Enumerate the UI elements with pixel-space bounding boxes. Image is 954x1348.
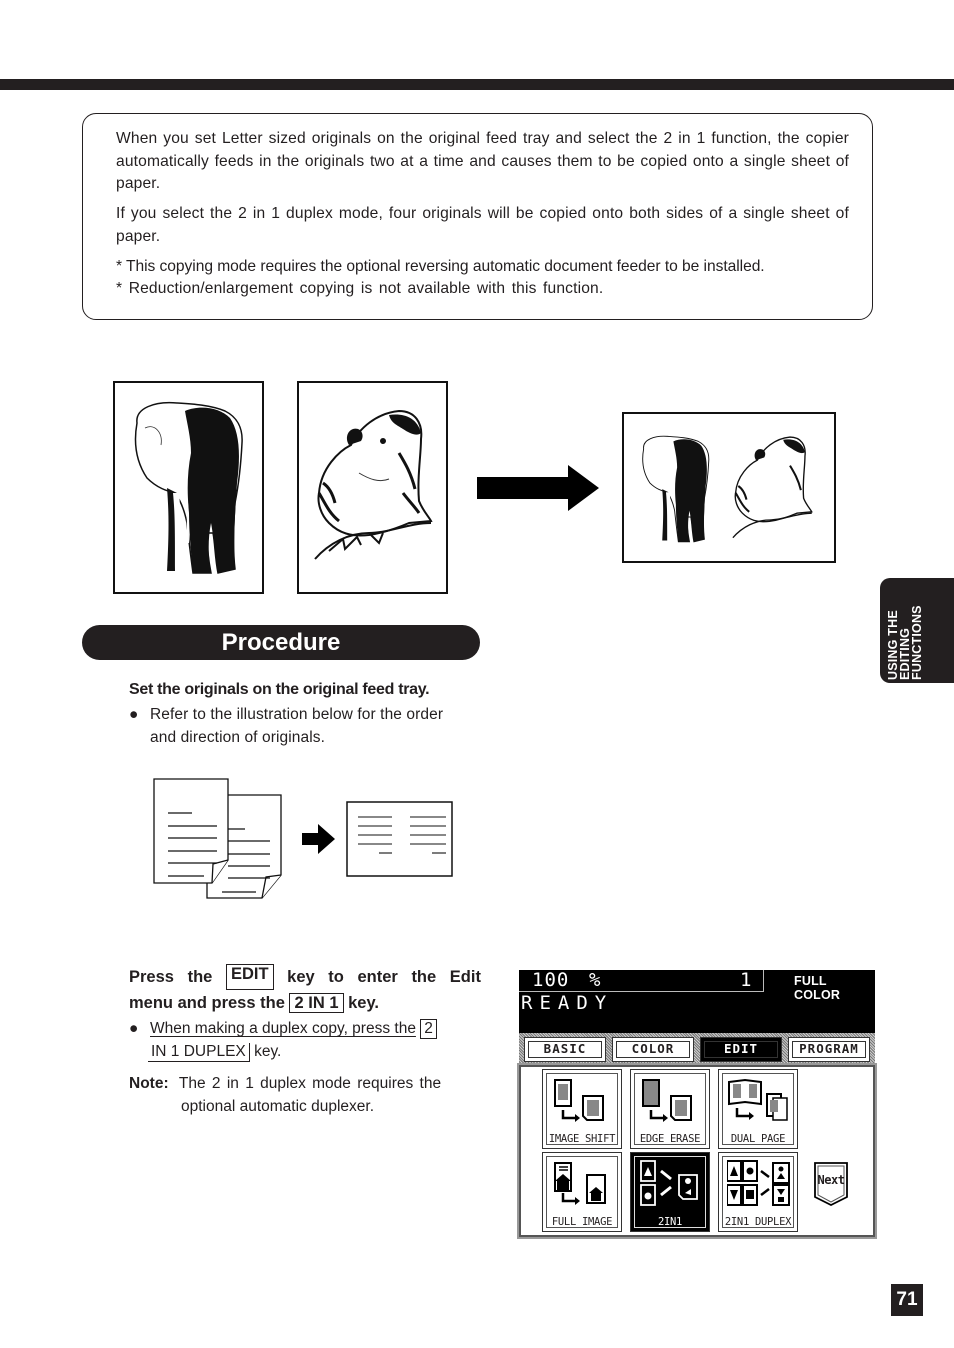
- note-line-1: The 2 in 1 duplex mode requires the: [178, 1075, 442, 1092]
- original-marmot: [297, 381, 448, 594]
- step2-word: key: [287, 968, 315, 986]
- tab-color-label: COLOR: [616, 1041, 690, 1058]
- step1-bullet-line-2: and direction of originals.: [150, 729, 326, 746]
- step2-word: Edit: [449, 968, 481, 986]
- step2-bullet-end: key.: [254, 1043, 282, 1060]
- 2in1-duplex-key-label-part2: IN 1 DUPLEX: [148, 1043, 250, 1062]
- intro-note-1: * This copying mode requires the optiona…: [116, 257, 765, 275]
- header-rule: [0, 79, 954, 90]
- procedure-heading: Procedure: [82, 625, 480, 660]
- arrow-right-icon: [302, 824, 335, 854]
- tab-basic[interactable]: BASIC: [524, 1037, 606, 1062]
- dual-page-icon: [728, 1078, 788, 1121]
- step2-word: the: [411, 968, 437, 986]
- color-mode-indicator: FULL COLOR: [794, 974, 841, 1002]
- dual-page-button[interactable]: DUAL PAGE: [718, 1069, 798, 1149]
- 2in1-duplex-icon: [727, 1160, 790, 1206]
- arrow-right-icon: [477, 465, 599, 511]
- step2-line2-text: menu and press the: [129, 994, 285, 1012]
- result-2in1-copy: [622, 412, 836, 563]
- edit-key-label: EDIT: [225, 964, 274, 990]
- edge-erase-button[interactable]: EDGE ERASE: [630, 1069, 710, 1149]
- intro-box: When you set Letter sized originals on t…: [82, 113, 873, 320]
- tab-program-label: PROGRAM: [792, 1041, 866, 1058]
- tab-edit[interactable]: EDIT: [700, 1037, 782, 1062]
- full-image-label: FULL IMAGE: [551, 1216, 613, 1228]
- tab-color[interactable]: COLOR: [612, 1037, 694, 1062]
- step1-bullet: ● Refer to the illustration below for th…: [129, 703, 443, 749]
- 2in1-duplex-button[interactable]: 2IN1 DUPLEX: [718, 1152, 798, 1232]
- edit-functions-area: IMAGE SHIFT EDGE ERASE DUAL PAGE FULL IM…: [517, 1063, 877, 1239]
- bullet-icon: ●: [129, 706, 139, 723]
- 2in1-duplex-key-label-part1: 2: [420, 1019, 437, 1039]
- status-message: READY: [521, 992, 614, 1014]
- note-line-2: optional automatic duplexer.: [181, 1098, 375, 1115]
- intro-note-2: * Reduction/enlargement copying is not a…: [116, 280, 604, 297]
- copies-count: 1: [740, 969, 752, 991]
- note-label: Note:: [129, 1075, 169, 1092]
- tab-edit-label: EDIT: [704, 1041, 778, 1058]
- bullet-icon: ●: [129, 1020, 139, 1037]
- 2in1-duplex-label: 2IN1 DUPLEX: [724, 1216, 792, 1228]
- step2-line2-end: key.: [348, 994, 379, 1012]
- marmot-illustration: [314, 409, 433, 560]
- zoom-value: 100: [532, 969, 570, 991]
- intro-paragraph-1: When you set Letter sized originals on t…: [116, 130, 849, 192]
- step2-word: the: [187, 968, 213, 986]
- step2-word: to: [328, 968, 344, 986]
- panel-status-area: 100 % 1 FULL COLOR READY: [519, 969, 875, 1033]
- tab-basic-label: BASIC: [528, 1041, 602, 1058]
- dual-page-label: DUAL PAGE: [730, 1133, 786, 1145]
- originals-order-diagram: [153, 778, 453, 899]
- next-label: Next: [817, 1173, 845, 1187]
- edge-erase-icon: [642, 1079, 692, 1122]
- 2in1-icon: [640, 1160, 698, 1206]
- zoom-unit: %: [589, 969, 601, 991]
- 2in1-key-label: 2 IN 1: [289, 993, 344, 1013]
- full-image-icon: [554, 1162, 606, 1205]
- original-elephant: [113, 381, 264, 594]
- section-tab-line-3: FUNCTIONS: [910, 605, 924, 680]
- 2in1-button[interactable]: 2IN1: [630, 1152, 710, 1232]
- note: Note: The 2 in 1 duplex mode requires th…: [129, 1072, 481, 1118]
- step2-word: Press: [129, 968, 174, 986]
- image-shift-icon: [554, 1079, 604, 1122]
- step1-bullet-line-1: Refer to the illustration below for the …: [150, 706, 444, 723]
- copier-touch-panel: 100 % 1 FULL COLOR READY BASIC COLOR EDI…: [517, 969, 877, 1239]
- image-shift-button[interactable]: IMAGE SHIFT: [542, 1069, 622, 1149]
- step1-title: Set the originals on the original feed t…: [129, 681, 430, 698]
- 2in1-label: 2IN1: [657, 1216, 683, 1228]
- step2-bullet: ● When making a duplex copy, press the 2…: [129, 1017, 483, 1063]
- section-tab-label: USING THE EDITING FUNCTIONS: [886, 580, 924, 680]
- step2-word: enter: [357, 968, 398, 986]
- intro-paragraph-2: If you select the 2 in 1 duplex mode, fo…: [116, 205, 849, 245]
- step2-bullet-text: When making a duplex copy, press the: [150, 1020, 416, 1037]
- full-image-button[interactable]: FULL IMAGE: [542, 1152, 622, 1232]
- tab-program[interactable]: PROGRAM: [788, 1037, 870, 1062]
- result-illustration: [642, 435, 813, 543]
- image-shift-label: IMAGE SHIFT: [548, 1133, 616, 1145]
- elephant-illustration: [134, 401, 243, 574]
- page-number: 71: [891, 1284, 923, 1316]
- edge-erase-label: EDGE ERASE: [639, 1133, 701, 1145]
- panel-tabs: BASIC COLOR EDIT PROGRAM: [519, 1033, 875, 1065]
- step2-instruction: Press the EDIT key to enter the Edit men…: [129, 964, 481, 1016]
